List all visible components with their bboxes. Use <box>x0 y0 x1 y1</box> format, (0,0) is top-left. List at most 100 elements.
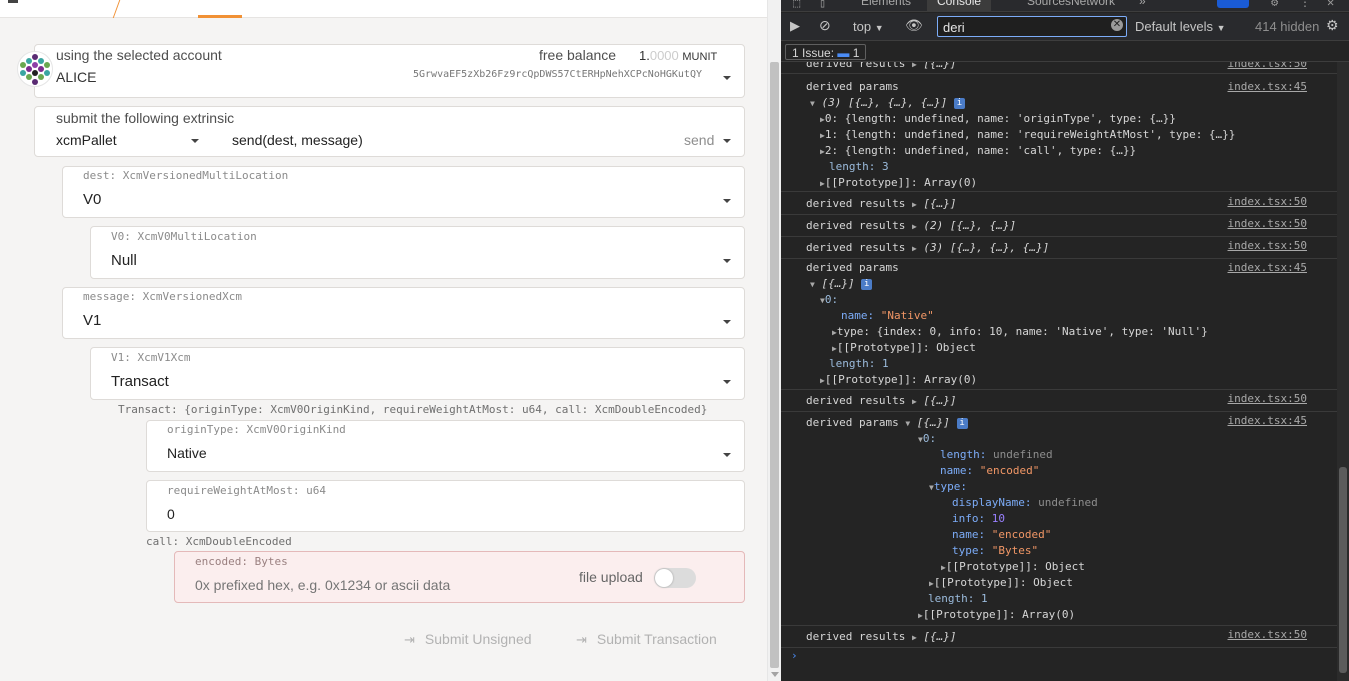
sidebar-toggle-icon[interactable]: ▶ <box>790 18 800 34</box>
chevron-down-icon <box>723 320 731 324</box>
console-toolbar: ▶ ⊘ top ▼ 👁 deri ✕ Default levels ▼ 414 … <box>781 13 1349 41</box>
clear-console-icon[interactable]: ⊘ <box>819 17 831 34</box>
issues-label: 1 Issue: <box>792 46 835 60</box>
source-link[interactable]: index.tsx:50 <box>1228 194 1307 210</box>
length-row: length: 1 <box>928 592 988 605</box>
scrollbar-thumb[interactable] <box>770 62 779 668</box>
context-selector[interactable]: top ▼ <box>853 19 884 34</box>
source-link[interactable]: index.tsx:45 <box>1228 260 1307 276</box>
issues-counter-badge[interactable] <box>1217 0 1249 8</box>
prototype-row[interactable]: ▶[[Prototype]]: Array(0) <box>918 607 1075 623</box>
console-message[interactable]: derived params index.tsx:45 ▼ (3) [{…}, … <box>781 74 1337 192</box>
tree-row: name: "encoded" <box>940 464 1040 477</box>
source-link[interactable]: index.tsx:50 <box>1228 238 1307 254</box>
tree-row[interactable]: ▶type: {index: 0, info: 10, name: 'Nativ… <box>832 324 1208 340</box>
submit-unsigned-label: Submit Unsigned <box>424 631 532 647</box>
console-message[interactable]: derived results ▶ [{…}] index.tsx:50 <box>781 62 1337 74</box>
chevron-down-icon <box>723 76 731 80</box>
info-icon: i <box>953 97 965 109</box>
console-message[interactable]: derived results ▶ (3) [{…}, {…}, {…}] in… <box>781 237 1337 259</box>
source-link[interactable]: index.tsx:50 <box>1228 62 1307 72</box>
source-link[interactable]: index.tsx:50 <box>1228 216 1307 232</box>
tree-row[interactable]: ▼type: <box>929 479 967 495</box>
account-address: 5GrwvaEF5zXb26Fz9rcQpDWS57CtERHpNehXCPcN… <box>413 69 702 80</box>
filter-value: deri <box>943 20 965 35</box>
eye-icon[interactable]: 👁 <box>905 17 923 34</box>
submit-transaction-button[interactable]: ⇥ Submit Transaction <box>576 631 717 648</box>
require-weight-input[interactable] <box>167 506 707 522</box>
submit-unsigned-button[interactable]: ⇥ Submit Unsigned <box>404 631 532 648</box>
dest-dropdown[interactable]: dest: XcmVersionedMultiLocation V0 <box>62 166 745 218</box>
scroll-down-arrow[interactable] <box>771 672 779 677</box>
message-dropdown[interactable]: message: XcmVersionedXcm V1 <box>62 287 745 339</box>
active-tab-indicator <box>198 15 242 18</box>
chevron-down-icon <box>723 259 731 263</box>
prototype-row[interactable]: ▶[[Prototype]]: Array(0) <box>820 372 977 388</box>
prototype-row[interactable]: ▶[[Prototype]]: Object <box>832 340 976 356</box>
source-link[interactable]: index.tsx:45 <box>1228 413 1307 429</box>
close-icon[interactable]: ✕ <box>1327 0 1334 9</box>
console-message[interactable]: derived params index.tsx:45 ▼ [{…}] i ▼0… <box>781 259 1337 390</box>
log-levels-dropdown[interactable]: Default levels ▼ <box>1135 19 1226 34</box>
console-message[interactable]: derived params ▼ [{…}] i index.tsx:45 ▼0… <box>781 412 1337 626</box>
tree-row: info: 10 <box>952 512 1005 525</box>
settings-icon[interactable]: ⚙ <box>1271 0 1278 9</box>
console-prompt[interactable]: › <box>791 648 798 664</box>
v0-dropdown[interactable]: V0: XcmV0MultiLocation Null <box>90 226 745 279</box>
origin-type-dropdown[interactable]: originType: XcmV0OriginKind Native <box>146 420 745 472</box>
console-message[interactable]: derived results ▶ [{…}] index.tsx:50 <box>781 390 1337 412</box>
console-scrollbar[interactable] <box>1337 62 1349 681</box>
app-top-nav <box>0 0 767 18</box>
object-summary[interactable]: ▼ (3) [{…}, {…}, {…}] i <box>810 95 965 111</box>
source-link[interactable]: index.tsx:45 <box>1228 79 1307 95</box>
source-link[interactable]: index.tsx:50 <box>1228 391 1307 407</box>
inspect-icon[interactable]: ⬚ <box>793 0 800 10</box>
console-scrollbar-thumb[interactable] <box>1339 467 1347 673</box>
console-settings-icon[interactable]: ⚙ <box>1326 17 1339 34</box>
message-preview: (3) [{…}, {…}, {…}] <box>923 241 1050 254</box>
prototype-row[interactable]: ▶[[Prototype]]: Object <box>941 559 1085 575</box>
tree-row[interactable]: ▼0: <box>820 292 838 308</box>
chevron-down-icon <box>191 139 199 143</box>
tree-row: name: "Native" <box>841 309 934 322</box>
tree-row[interactable]: ▼0: <box>918 431 936 447</box>
tab-network[interactable]: Network <box>1071 0 1115 8</box>
extrinsic-selector: submit the following extrinsic xcmPallet… <box>34 106 745 157</box>
object-summary[interactable]: [{…}] <box>917 416 950 429</box>
account-selector[interactable]: using the selected account free balance … <box>34 44 745 98</box>
tree-row[interactable]: ▶0: {length: undefined, name: 'originTyp… <box>820 111 1176 127</box>
pallet-dropdown[interactable]: xcmPallet <box>56 132 117 148</box>
issues-count: 1 <box>852 46 860 60</box>
tab-console[interactable]: Console <box>927 0 992 12</box>
tab-sources[interactable]: Sources <box>1027 0 1071 8</box>
hidden-count: 414 hidden <box>1255 19 1320 34</box>
file-upload-toggle[interactable] <box>654 568 696 588</box>
console-message[interactable]: derived results ▶ (2) [{…}, {…}] index.t… <box>781 215 1337 237</box>
encoded-input[interactable] <box>195 577 555 593</box>
clear-filter-icon[interactable]: ✕ <box>1111 19 1123 31</box>
prototype-row[interactable]: ▶[[Prototype]]: Array(0) <box>820 175 977 191</box>
page-scrollbar[interactable] <box>767 0 781 681</box>
call-dropdown[interactable]: send(dest, message) <box>232 132 363 148</box>
console-message[interactable]: derived results ▶ [{…}] index.tsx:50 <box>781 626 1337 648</box>
console-filter-input[interactable]: deri <box>937 16 1127 37</box>
device-toggle-icon[interactable]: ▯ <box>819 0 826 10</box>
encoded-field: encoded: Bytes file upload <box>174 551 745 603</box>
tab-more[interactable]: » <box>1139 0 1146 8</box>
require-weight-field: requireWeightAtMost: u64 <box>146 480 745 532</box>
tree-row[interactable]: ▶2: {length: undefined, name: 'call', ty… <box>820 143 1136 159</box>
more-options-icon[interactable]: ⋮ <box>1299 0 1311 9</box>
object-summary[interactable]: ▼ [{…}] i <box>810 276 873 292</box>
console-message[interactable]: derived results ▶ [{…}] index.tsx:50 <box>781 193 1337 215</box>
devtools-tab-bar: ⬚ ▯ Elements Console Sources Network » ⚙… <box>781 0 1349 12</box>
source-link[interactable]: index.tsx:50 <box>1228 627 1307 643</box>
v0-label: V0: XcmV0MultiLocation <box>111 230 257 243</box>
v1-dropdown[interactable]: V1: XcmV1Xcm Transact <box>90 347 745 400</box>
tab-elements[interactable]: Elements <box>861 0 911 8</box>
tree-row[interactable]: ▶1: {length: undefined, name: 'requireWe… <box>820 127 1235 143</box>
prototype-row[interactable]: ▶[[Prototype]]: Object <box>929 575 1073 591</box>
message-preview: [{…}] <box>923 630 957 643</box>
info-icon: i <box>861 278 873 290</box>
issues-button[interactable]: 1 Issue: ▬ 1 <box>785 44 867 60</box>
sign-in-icon: ⇥ <box>576 632 587 647</box>
